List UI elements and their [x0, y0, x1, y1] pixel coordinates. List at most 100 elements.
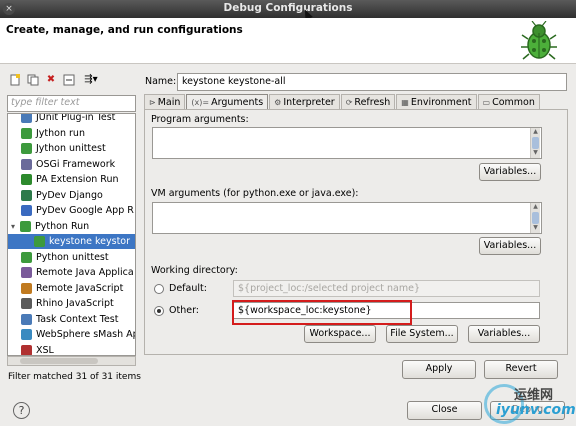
- help-icon[interactable]: ?: [13, 402, 30, 419]
- title-bar: × Debug Configurations: [0, 0, 576, 21]
- other-variables-button[interactable]: Variables...: [468, 325, 540, 343]
- jython-icon: [21, 127, 32, 139]
- tree-item-label: Remote JavaScript: [36, 282, 124, 294]
- tree-item-label: Jython unittest: [36, 143, 106, 154]
- environment-tab-icon: ▦: [401, 97, 409, 107]
- django-icon: [21, 189, 32, 201]
- tree-item[interactable]: PyDev Django: [8, 188, 135, 203]
- refresh-tab-icon: ⟳: [345, 97, 353, 107]
- tab-interpreter[interactable]: ⚙ Interpreter: [269, 94, 340, 109]
- watermark-top-text: 运维网: [514, 388, 554, 403]
- vm-arguments-textarea[interactable]: [152, 202, 542, 234]
- program-arguments-label: Program arguments:: [151, 114, 249, 125]
- tab-label: Interpreter: [283, 96, 335, 108]
- vm-args-scrollbar[interactable]: ▲ ▼: [530, 203, 540, 233]
- tree-item[interactable]: Task Context Test: [8, 312, 135, 327]
- tab-arguments[interactable]: (x)= Arguments: [186, 94, 269, 109]
- arguments-tab-icon: (x)=: [191, 97, 210, 107]
- working-directory-label: Working directory:: [151, 265, 238, 276]
- default-label: Default:: [169, 283, 207, 294]
- tree-horizontal-scrollbar[interactable]: [7, 356, 136, 366]
- tree-item[interactable]: PA Extension Run: [8, 172, 135, 187]
- file-system-button[interactable]: File System...: [386, 325, 458, 343]
- other-radio[interactable]: [154, 305, 164, 316]
- expand-arrow-icon[interactable]: ▾: [11, 222, 20, 231]
- tree-item[interactable]: JUnit Plug-in Test: [8, 113, 135, 125]
- google-app-icon: [21, 205, 32, 216]
- window-title: Debug Configurations: [223, 2, 353, 14]
- tab-common[interactable]: ▭ Common: [477, 94, 540, 109]
- remote-java-icon: [21, 267, 32, 278]
- xsl-icon: [21, 344, 32, 355]
- name-field[interactable]: keystone keystone-all: [177, 73, 567, 91]
- tree-item-label: Python unittest: [36, 251, 109, 263]
- tree-item[interactable]: Jython run: [8, 126, 135, 141]
- delete-icon[interactable]: ✖: [44, 73, 58, 87]
- program-arguments-textarea[interactable]: [152, 127, 542, 159]
- tree-item[interactable]: Rhino JavaScript: [8, 296, 135, 311]
- python-unittest-icon: [21, 251, 32, 263]
- highlight-box: [232, 300, 412, 325]
- default-radio[interactable]: [154, 283, 164, 294]
- tree-item-label: JUnit Plug-in Test: [36, 113, 116, 123]
- tree-item[interactable]: PyDev Google App R: [8, 203, 135, 218]
- tree-item[interactable]: XSL: [8, 343, 135, 355]
- tree-item[interactable]: Python unittest: [8, 250, 135, 265]
- tab-main[interactable]: ⊳ Main: [144, 94, 186, 109]
- workspace-button[interactable]: Workspace...: [304, 325, 376, 343]
- tree-item-label: PyDev Django: [36, 189, 103, 201]
- tree-item-label: Remote Java Applica: [36, 267, 134, 278]
- revert-button[interactable]: Revert: [484, 360, 558, 379]
- tab-environment[interactable]: ▦ Environment: [396, 94, 477, 109]
- remote-js-icon: [21, 282, 32, 294]
- collapse-all-icon[interactable]: [62, 73, 76, 87]
- dialog-header: Create, manage, and run configurations: [0, 18, 576, 64]
- program-args-scrollbar[interactable]: ▲ ▼: [530, 128, 540, 158]
- duplicate-icon[interactable]: [26, 73, 40, 87]
- pa-icon: [21, 174, 32, 185]
- other-label: Other:: [169, 305, 200, 316]
- tree-item-label: PA Extension Run: [36, 174, 119, 185]
- tree-item-label: Python Run: [35, 220, 90, 232]
- tree-item[interactable]: Jython unittest: [8, 141, 135, 156]
- debug-configurations-window: × Debug Configurations Create, manage, a…: [0, 0, 576, 426]
- scrollbar-thumb[interactable]: [20, 358, 98, 364]
- tab-label: Refresh: [354, 96, 391, 108]
- config-tree[interactable]: JUnit Plug-in Test Jython run Jython unitt…: [7, 113, 136, 356]
- interpreter-tab-icon: ⚙: [274, 97, 282, 107]
- websphere-icon: [21, 329, 32, 340]
- bug-icon: [521, 21, 557, 60]
- main-tab-icon: ⊳: [149, 97, 156, 107]
- tree-item[interactable]: Remote Java Applica: [8, 265, 135, 280]
- tree-item[interactable]: ▾ Python Run: [8, 219, 135, 234]
- vm-arguments-label: VM arguments (for python.exe or java.exe…: [151, 188, 359, 199]
- python-run-icon: [20, 220, 31, 232]
- tab-label: Main: [157, 96, 181, 108]
- vm-args-variables-button[interactable]: Variables...: [479, 237, 541, 255]
- other-radio-row[interactable]: Other:: [154, 305, 199, 316]
- tree-item[interactable]: OSGi Framework: [8, 157, 135, 172]
- apply-button[interactable]: Apply: [402, 360, 476, 379]
- tree-item-label: Rhino JavaScript: [36, 298, 114, 309]
- tree-item-label: Task Context Test: [36, 313, 119, 325]
- junit-icon: [21, 114, 32, 123]
- filter-status: Filter matched 31 of 31 items: [8, 372, 141, 382]
- watermark-bottom-text: iyunv.com: [496, 402, 576, 418]
- filter-icon[interactable]: ⇶▾: [80, 73, 102, 87]
- task-context-icon: [21, 313, 32, 325]
- program-args-variables-button[interactable]: Variables...: [479, 163, 541, 181]
- filter-input[interactable]: type filter text: [7, 95, 136, 112]
- tree-item[interactable]: Remote JavaScript: [8, 281, 135, 296]
- tree-item[interactable]: keystone keystor: [8, 234, 135, 249]
- default-radio-row[interactable]: Default:: [154, 283, 207, 294]
- default-dir-field: ${project_loc:/selected project name}: [233, 280, 540, 297]
- new-config-icon[interactable]: [8, 73, 22, 87]
- tree-item-label: OSGi Framework: [36, 158, 116, 170]
- tree-item[interactable]: WebSphere sMash Ap: [8, 327, 135, 342]
- common-tab-icon: ▭: [482, 97, 491, 107]
- python-config-icon: [34, 236, 45, 247]
- tab-label: Common: [492, 96, 535, 108]
- tab-refresh[interactable]: ⟳ Refresh: [340, 94, 396, 109]
- tree-item-label: PyDev Google App R: [36, 205, 134, 216]
- tree-item-label: keystone keystor: [49, 236, 131, 247]
